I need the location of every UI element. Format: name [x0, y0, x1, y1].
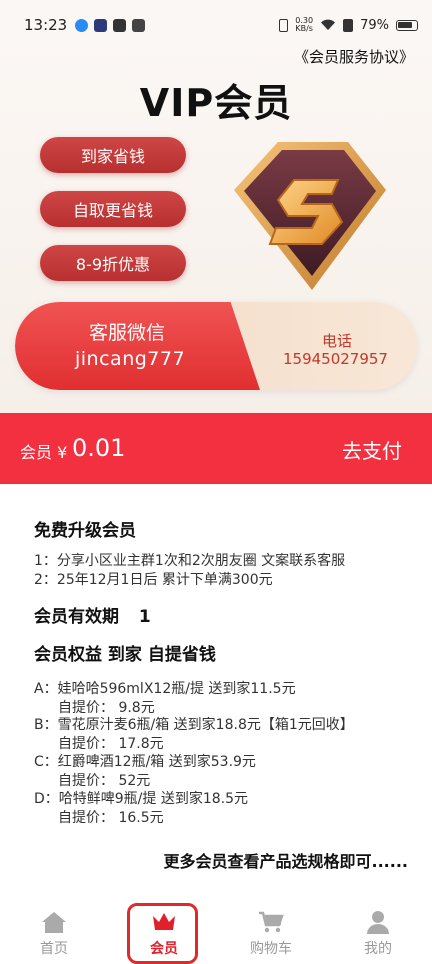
app-notification-icon [132, 18, 146, 32]
nav-mine-label: 我的 [364, 941, 392, 957]
status-time: 13:23 [24, 16, 68, 34]
upgrade-item: 1：分享小区业主群1次和2次朋友圈 文案联系客服 [34, 553, 346, 569]
app-notification-icon [94, 18, 108, 32]
price-value: 0.01 [72, 434, 126, 462]
sim-icon [343, 18, 354, 32]
rights-item: D：哈特鲜啤9瓶/提 送到家18.5元 [34, 791, 249, 807]
net-speed-unit: KB/s [295, 24, 313, 33]
nav-home-label: 首页 [40, 941, 68, 957]
benefit-pill-home-savings: 到家省钱 [40, 137, 186, 173]
wifi-icon [321, 19, 336, 30]
benefit-pill-discount: 8-9折优惠 [40, 245, 186, 281]
nav-mine[interactable]: 我的 [338, 898, 418, 964]
battery-icon [396, 19, 418, 31]
vip-badge [230, 134, 390, 294]
price-label: 会员 ¥ [20, 443, 68, 462]
home-icon [42, 912, 66, 933]
status-indicators: 0.30 KB/s 79% [279, 17, 418, 33]
phone-label: 电话 [322, 332, 353, 350]
vibrate-icon [279, 18, 289, 32]
rights-title: 会员权益 到家 自提省钱 [34, 645, 216, 665]
page-title: VIP会员 [139, 81, 293, 125]
rights-pickup-price: 自提价： 17.8元 [58, 736, 164, 752]
upgrade-item: 2：25年12月1日后 累计下单满300元 [34, 572, 273, 588]
app-notification-icon [113, 18, 127, 32]
user-icon [367, 911, 389, 934]
rights-pickup-price: 自提价： 52元 [58, 773, 151, 789]
battery-text: 79% [360, 17, 389, 33]
pay-button[interactable]: 去支付 [342, 435, 402, 464]
bottom-navigation: 首页 会员 购物车 我的 [0, 898, 432, 964]
membership-details: 免费升级会员 1：分享小区业主群1次和2次朋友圈 文案联系客服 2：25年12月… [0, 484, 432, 900]
member-agreement-link[interactable]: 《会员服务协议》 [294, 46, 414, 67]
nav-cart[interactable]: 购物车 [231, 898, 311, 964]
cart-icon [259, 911, 284, 933]
benefit-pill-pickup-savings: 自取更省钱 [40, 191, 186, 227]
more-members-note: 更多会员查看产品选规格即可...... [163, 852, 408, 871]
customer-service-card[interactable]: 客服微信 jincang777 电话 15945027957 [15, 302, 417, 390]
wechat-label: 客服微信 [89, 322, 166, 344]
validity-value: 1 [138, 607, 151, 627]
net-speed: 0.30 KB/s [295, 17, 313, 33]
rights-item: A：娃哈哈596mlX12瓶/提 送到家11.5元 [34, 681, 296, 697]
upgrade-title: 免费升级会员 [34, 521, 136, 541]
phone-number[interactable]: 15945027957 [283, 350, 388, 368]
member-tab-highlight [127, 903, 198, 964]
rights-item: B：雪花原汁麦6瓶/箱 送到家18.8元【箱1元回收】 [34, 717, 354, 733]
wechat-id: jincang777 [75, 348, 186, 370]
wechat-section [15, 302, 260, 390]
rights-item: C：红爵啤酒12瓶/箱 送到家53.9元 [34, 754, 256, 770]
nav-home[interactable]: 首页 [14, 898, 94, 964]
validity-row: 会员有效期 1 [34, 602, 151, 627]
payment-bar: 会员 ¥ 0.01 去支付 [0, 413, 432, 484]
rights-pickup-price: 自提价： 16.5元 [58, 810, 164, 826]
validity-label: 会员有效期 [34, 607, 119, 627]
vip-hero: 《会员服务协议》 VIP会员 到家省钱 自取更省钱 8-9折优惠 客服微信 ji… [0, 40, 432, 413]
nav-cart-label: 购物车 [250, 941, 292, 957]
app-notification-icon [75, 18, 89, 32]
vip-s-badge-icon [234, 142, 386, 290]
